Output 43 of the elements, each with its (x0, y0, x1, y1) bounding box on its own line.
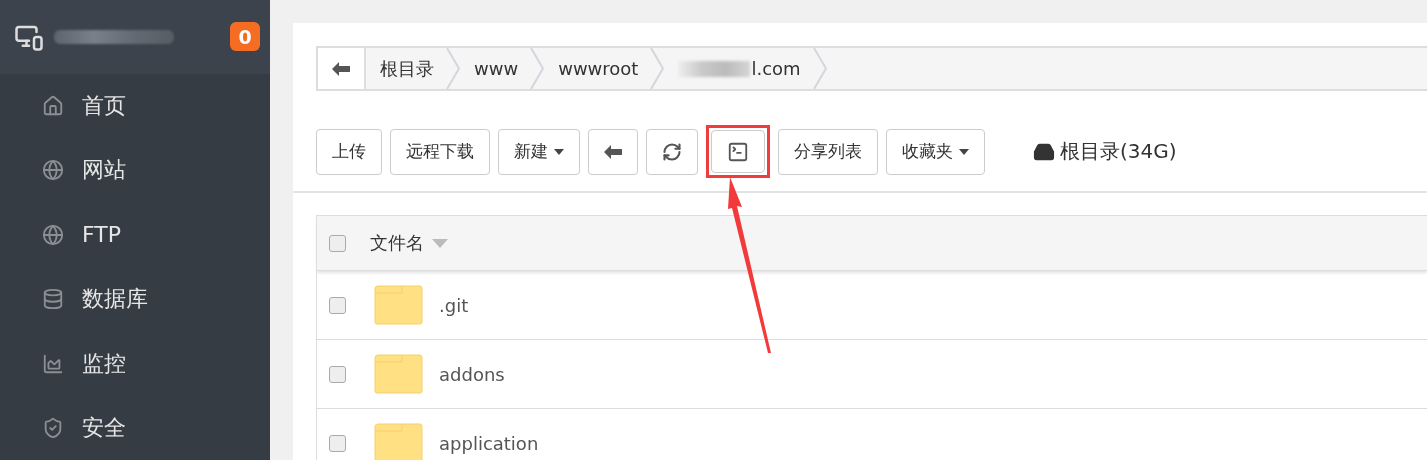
toolbar-button[interactable]: 上传 (316, 128, 382, 175)
sidebar-item[interactable]: 监控 (0, 331, 270, 396)
row-checkbox[interactable] (329, 434, 346, 452)
folder-icon (374, 423, 423, 460)
back-button[interactable] (588, 128, 638, 175)
chart-icon (42, 352, 64, 375)
globe-icon (42, 159, 64, 182)
breadcrumb-item[interactable]: l.com (751, 48, 813, 89)
shield-icon (42, 416, 64, 439)
refresh-button[interactable] (646, 128, 698, 175)
caret-icon (959, 148, 969, 155)
folder-icon (374, 354, 423, 394)
toolbar-button[interactable]: 远程下载 (390, 128, 490, 175)
sidebar-item[interactable]: 首页 (0, 73, 270, 139)
sort-icon (432, 238, 448, 248)
breadcrumb-item[interactable]: www (460, 48, 531, 89)
sidebar-item[interactable]: 数据库 (0, 267, 270, 332)
sidebar-item[interactable]: FTP (0, 202, 270, 267)
back-button[interactable] (318, 48, 366, 89)
file-name[interactable]: application (439, 432, 539, 454)
column-header[interactable]: 文件名 (370, 231, 448, 255)
breadcrumb-item[interactable]: 根目录 (366, 48, 446, 89)
folder-icon (374, 285, 423, 325)
terminal-icon (727, 140, 749, 163)
back-arrow-icon (604, 144, 622, 159)
file-name[interactable]: addons (439, 363, 505, 385)
dropdown-button[interactable]: 收藏夹 (886, 128, 985, 175)
sidebar-item[interactable]: 安全 (0, 395, 270, 460)
database-icon (42, 288, 64, 311)
file-name[interactable]: .git (439, 294, 469, 316)
back-arrow-icon (332, 61, 350, 76)
row-checkbox[interactable] (329, 296, 346, 314)
refresh-icon (662, 141, 682, 162)
disk-label: 根目录(34G) (1033, 138, 1177, 165)
sidebar-item[interactable]: 网站 (0, 138, 270, 203)
select-all-checkbox[interactable] (329, 234, 346, 252)
breadcrumb-item[interactable]: wwwroot (544, 48, 651, 89)
dropdown-button[interactable]: 新建 (498, 128, 580, 175)
globe-icon (42, 223, 64, 246)
row-checkbox[interactable] (329, 365, 346, 383)
caret-icon (554, 148, 564, 155)
home-icon (42, 95, 64, 118)
toolbar-button[interactable]: 分享列表 (778, 128, 878, 175)
